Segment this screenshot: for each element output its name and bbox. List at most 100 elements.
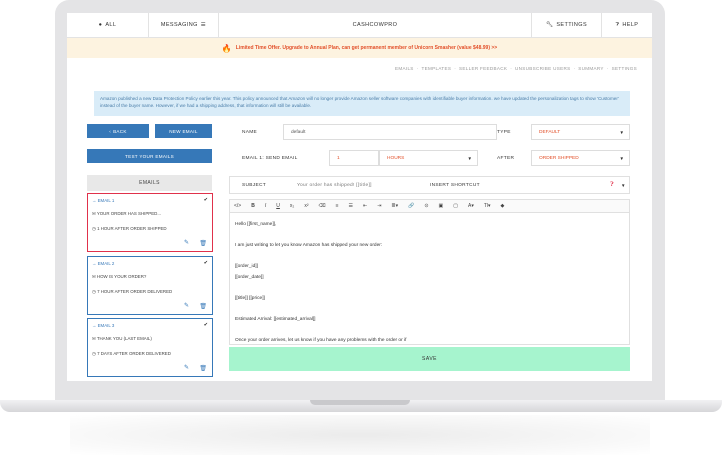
nav-messaging[interactable]: MESSAGING ☰: [149, 13, 219, 38]
help-circle-icon[interactable]: ❓︎: [610, 182, 614, 189]
laptop-notch: [310, 400, 410, 405]
name-label: NAME: [242, 130, 258, 135]
body-line: [[title]] [[price]]: [235, 295, 265, 301]
wrench-icon: 🔧︎: [545, 22, 554, 28]
send-number-value: 1: [337, 155, 340, 161]
eraser-icon[interactable]: ⌫: [319, 203, 326, 209]
nav-help[interactable]: ❓︎ HELP: [602, 13, 652, 38]
unordered-list-icon[interactable]: ☰: [349, 203, 353, 209]
image-icon[interactable]: ▣: [439, 203, 444, 209]
edit-icon[interactable]: ✎: [184, 239, 189, 246]
bold-icon[interactable]: B: [251, 203, 255, 209]
subnav-separator: ·: [573, 66, 576, 71]
subnav-unsubscribe-users[interactable]: UNSUBSCRIBE USERS: [515, 66, 570, 71]
send-unit-select[interactable]: HOURS ▼: [379, 150, 478, 166]
subnav-summary[interactable]: SUMMARY: [578, 66, 604, 71]
send-email-label: EMAIL 1: SEND EMAIL: [242, 156, 298, 161]
edit-icon[interactable]: ✎: [184, 364, 189, 371]
body-line: [235, 252, 624, 263]
emoji-icon[interactable]: ⊙: [424, 203, 428, 209]
outdent-icon[interactable]: ⇤: [363, 203, 367, 209]
paint-icon[interactable]: ◆: [501, 203, 505, 209]
help-icon: ❓︎: [615, 21, 620, 28]
nav-help-label: HELP: [622, 22, 639, 28]
font-color-icon[interactable]: A▾: [468, 203, 474, 209]
check-icon: ✔: [203, 197, 208, 203]
menu-icon: ☰: [200, 22, 207, 28]
email-timing-text: 7 DAYS AFTER ORDER DELIVERED: [97, 351, 171, 356]
editor-toolbar: </> B I U x₂ x² ⌫ ≡ ☰ ⇤ ⇥ ≣▾ 🔗 ⊙ ▣ ▢ A▾ …: [229, 199, 630, 213]
email-title-text: EMAIL 3: [97, 323, 115, 328]
send-number-input[interactable]: 1: [329, 150, 379, 166]
nav-messaging-label: MESSAGING: [160, 22, 198, 28]
type-value: DEFAULT: [539, 129, 561, 135]
trash-icon[interactable]: 🗑︎: [199, 365, 207, 372]
caret-down-icon: ▼: [619, 129, 624, 135]
back-button[interactable]: ‹ BACK: [87, 124, 149, 138]
after-label: AFTER: [497, 156, 515, 161]
nav-settings[interactable]: 🔧︎ SETTINGS: [532, 13, 602, 38]
caret-down-icon: ▼: [619, 155, 624, 161]
underline-icon[interactable]: U: [276, 203, 280, 209]
subnav-emails[interactable]: EMAILS: [395, 66, 414, 71]
font-size-icon[interactable]: Tl▾: [484, 203, 491, 209]
emails-heading: EMAILS: [87, 175, 212, 191]
test-emails-button[interactable]: TEST YOUR EMAILS: [87, 149, 212, 163]
body-line: Once your order arrives, let us know if …: [235, 337, 407, 343]
body-line: I am just writing to let you know Amazon…: [235, 243, 383, 248]
test-emails-label: TEST YOUR EMAILS: [124, 153, 175, 159]
ordered-list-icon[interactable]: ≡: [336, 203, 339, 209]
subnav-separator: ·: [416, 66, 419, 71]
caret-down-icon: ▼: [467, 155, 472, 161]
subnav-seller-feedback[interactable]: SELLER FEEDBACK: [459, 66, 507, 71]
body-line: [235, 304, 624, 315]
indent-icon[interactable]: ⇥: [377, 203, 381, 209]
type-label: TYPE: [497, 130, 511, 135]
caret-down-icon[interactable]: ▼: [621, 183, 626, 188]
trash-icon[interactable]: 🗑︎: [199, 303, 207, 310]
check-icon: ✔: [203, 322, 208, 328]
fire-icon: 🔥: [221, 43, 232, 53]
edit-icon[interactable]: ✎: [184, 302, 189, 309]
link-icon[interactable]: 🔗: [408, 203, 414, 209]
subnav-separator: ·: [606, 66, 609, 71]
nav-all[interactable]: ● ALL: [67, 13, 149, 38]
email-subject-text: THANK YOU (LAST EMAIL): [96, 336, 152, 341]
new-email-button[interactable]: NEW EMAIL: [155, 124, 212, 138]
subnav-templates[interactable]: TEMPLATES: [422, 66, 452, 71]
brand-title: CASHCOWPRO: [219, 13, 532, 38]
insert-shortcut-label[interactable]: INSERT SHORTCUT: [430, 183, 480, 188]
subscript-icon[interactable]: x₂: [290, 203, 294, 209]
email-body-editor[interactable]: Hello [[first_name]], I am just writing …: [229, 213, 630, 345]
file-icon[interactable]: ▢: [453, 203, 458, 209]
superscript-icon[interactable]: x²: [304, 203, 308, 209]
brand-label: CASHCOWPRO: [352, 22, 398, 28]
promo-text: Limited Time Offer. Upgrade to Annual Pl…: [235, 45, 498, 51]
email-timing: ◷ 7 HOUR AFTER ORDER DELIVERED: [92, 289, 173, 294]
nav-all-label: ALL: [105, 22, 117, 28]
email-card[interactable]: → EMAIL 1 ✔ ✉ YOUR ORDER HAS SHIPPED... …: [87, 193, 213, 252]
back-label: BACK: [113, 128, 127, 134]
email-subject: ✉ HOW IS YOUR ORDER?: [92, 274, 147, 279]
subnav-settings[interactable]: SETTINGS: [612, 66, 637, 71]
subject-bar: SUBJECT Your order has shipped! [[title]…: [229, 176, 630, 194]
subject-label: SUBJECT: [242, 183, 266, 188]
align-icon[interactable]: ≣▾: [391, 203, 398, 209]
email-timing: ◷ 7 DAYS AFTER ORDER DELIVERED: [92, 351, 171, 356]
code-view-icon[interactable]: </>: [234, 203, 241, 209]
email-card[interactable]: → EMAIL 3 ✔ ✉ THANK YOU (LAST EMAIL) ◷ 7…: [87, 318, 213, 377]
new-email-label: NEW EMAIL: [169, 128, 198, 134]
type-select[interactable]: DEFAULT ▼: [531, 124, 630, 140]
email-title: → EMAIL 2: [92, 261, 115, 266]
trash-icon[interactable]: 🗑︎: [199, 240, 207, 247]
name-input[interactable]: default: [283, 124, 497, 140]
body-line: [235, 231, 624, 242]
name-value: default: [291, 129, 306, 135]
subject-input[interactable]: Your order has shipped! [[title]]: [297, 183, 372, 188]
save-button[interactable]: SAVE: [229, 347, 630, 371]
promo-banner[interactable]: 🔥 Limited Time Offer. Upgrade to Annual …: [67, 38, 652, 58]
top-nav: ● ALL MESSAGING ☰ CASHCOWPRO 🔧︎ SETTINGS…: [67, 13, 652, 38]
after-select[interactable]: ORDER SHIPPED ▼: [531, 150, 630, 166]
italic-icon[interactable]: I: [265, 203, 266, 209]
email-card[interactable]: → EMAIL 2 ✔ ✉ HOW IS YOUR ORDER? ◷ 7 HOU…: [87, 256, 213, 315]
